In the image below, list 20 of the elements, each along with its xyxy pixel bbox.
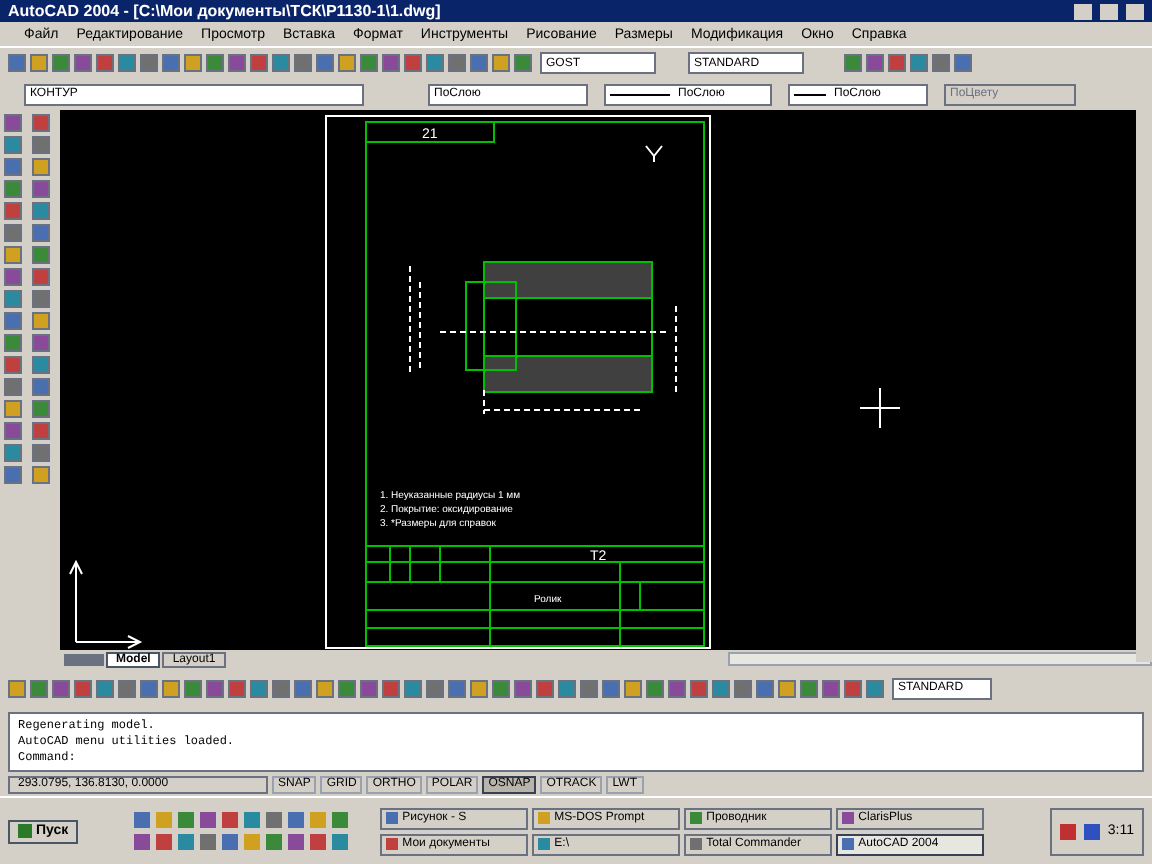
ucs-icon xyxy=(69,559,143,649)
horizontal-scrollbar[interactable] xyxy=(727,652,1152,666)
app-icon xyxy=(842,812,855,824)
roughness-mark xyxy=(645,145,663,163)
windows-logo-icon xyxy=(18,824,32,838)
minimize-button[interactable] xyxy=(1074,3,1092,19)
crosshair-cursor xyxy=(859,387,901,429)
app-icon xyxy=(690,838,703,850)
close-button[interactable] xyxy=(1126,3,1144,19)
app-icon xyxy=(538,812,551,824)
app-icon xyxy=(690,812,703,824)
line-sample xyxy=(794,93,826,95)
app-icon xyxy=(538,838,551,850)
app-icon xyxy=(386,838,399,850)
app-icon xyxy=(842,838,855,850)
app-icon xyxy=(386,812,399,824)
maximize-button[interactable] xyxy=(1100,3,1118,19)
sheet-number-box xyxy=(365,121,495,143)
window-title: AutoCAD 2004 - [C:\Мои документы\ТСК\Р1130-1\1.dwg] xyxy=(8,3,441,19)
line-sample xyxy=(610,93,670,95)
